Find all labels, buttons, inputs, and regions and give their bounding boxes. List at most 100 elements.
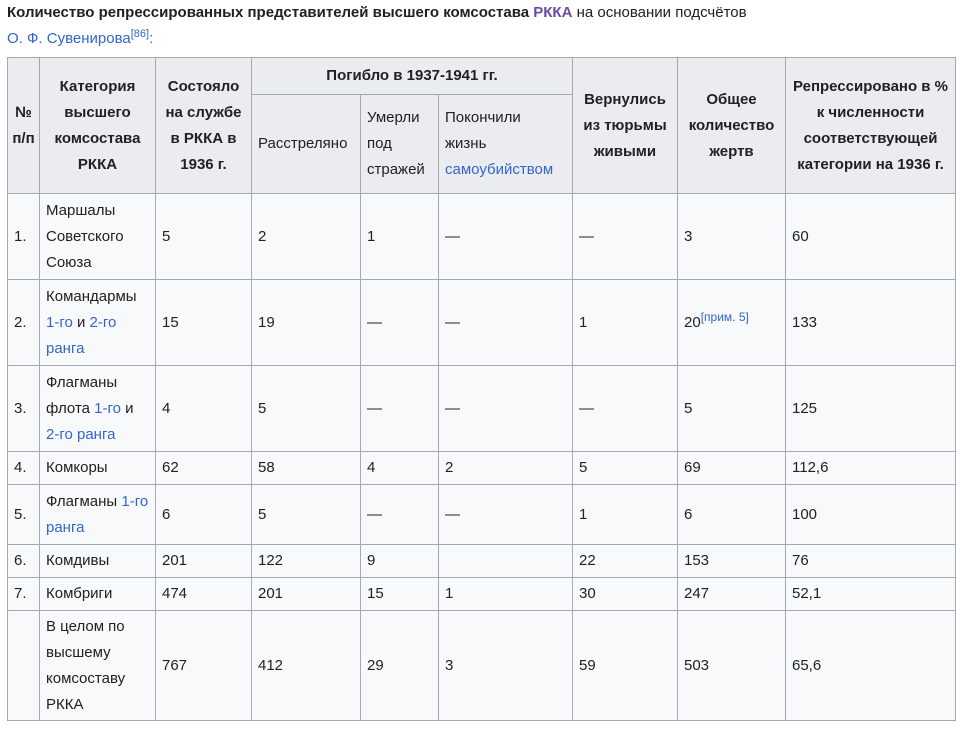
cell-total: 153 bbox=[677, 544, 786, 578]
cell-suicide: — bbox=[438, 365, 573, 452]
category-and: и bbox=[72, 313, 90, 331]
caption-text: Количество репрессированных представител… bbox=[7, 4, 534, 21]
cell-died: — bbox=[360, 365, 439, 452]
cell-died: — bbox=[360, 279, 439, 366]
rank-1-link[interactable]: 1-го bbox=[46, 314, 73, 331]
cell-suicide: 1 bbox=[438, 577, 573, 611]
header-suicide: Покончили жизнь самоубийством bbox=[438, 94, 573, 194]
cell-suicide: 3 bbox=[438, 610, 573, 721]
cell-died: 4 bbox=[360, 451, 439, 485]
rank-2-link[interactable]: 2-го ранга bbox=[46, 426, 115, 443]
cell-percent: 133 bbox=[785, 279, 956, 366]
category-text: Командармы bbox=[46, 287, 137, 305]
row-num: 2. bbox=[7, 279, 40, 366]
cell-died: 1 bbox=[360, 193, 439, 280]
rkka-link[interactable]: РККА bbox=[533, 4, 572, 21]
cell-shot: 5 bbox=[251, 484, 361, 545]
header-died-custody: Умерли под стражей bbox=[360, 94, 439, 194]
row-num: 3. bbox=[7, 365, 40, 452]
header-suicide-prefix: Покончили жизнь bbox=[445, 109, 521, 152]
cell-returned: 30 bbox=[572, 577, 678, 611]
cell-shot: 412 bbox=[251, 610, 361, 721]
cell-shot: 201 bbox=[251, 577, 361, 611]
row-category: Комдивы bbox=[39, 544, 156, 578]
cell-returned: 59 bbox=[572, 610, 678, 721]
cell-shot: 122 bbox=[251, 544, 361, 578]
cell-in-service: 6 bbox=[155, 484, 252, 545]
repression-table: № п/п Категория высшего комсостава РККА … bbox=[7, 57, 956, 721]
cell-suicide: — bbox=[438, 279, 573, 366]
row-category: Комкоры bbox=[39, 451, 156, 485]
header-total: Общее количество жертв bbox=[677, 57, 786, 194]
cell-total: 503 bbox=[677, 610, 786, 721]
category-and: и bbox=[121, 399, 134, 417]
row-category: Комбриги bbox=[39, 577, 156, 611]
table-row-total: В целом по высшему комсоставу РККА 767 4… bbox=[7, 610, 956, 721]
author-link[interactable]: О. Ф. Сувенирова bbox=[7, 30, 131, 47]
header-died-group: Погибло в 1937-1941 гг. bbox=[251, 57, 573, 95]
cell-total: 69 bbox=[677, 451, 786, 485]
row-category: В целом по высшему комсоставу РККА bbox=[39, 610, 156, 721]
cell-in-service: 474 bbox=[155, 577, 252, 611]
cell-returned: — bbox=[572, 365, 678, 452]
cell-total: 20[прим. 5] bbox=[677, 279, 786, 366]
cell-percent: 60 bbox=[785, 193, 956, 280]
footnote-link[interactable]: [прим. 5] bbox=[701, 310, 749, 324]
table-caption: Количество репрессированных представител… bbox=[7, 0, 967, 52]
cell-died: 15 bbox=[360, 577, 439, 611]
cell-suicide bbox=[438, 544, 573, 578]
cell-total: 5 bbox=[677, 365, 786, 452]
header-returned: Вернулись из тюрьмы живыми bbox=[572, 57, 678, 194]
table-row: 2. Командармы 1-го и 2-го ранга 15 19 — … bbox=[7, 279, 956, 366]
row-category: Флагманы флота 1-го и 2-го ранга bbox=[39, 365, 156, 452]
cell-shot: 5 bbox=[251, 365, 361, 452]
cell-percent: 65,6 bbox=[785, 610, 956, 721]
header-shot: Расстреляно bbox=[251, 94, 361, 194]
category-text: Флагманы bbox=[46, 492, 122, 510]
cell-died: 29 bbox=[360, 610, 439, 721]
cell-returned: 1 bbox=[572, 279, 678, 366]
cell-died: — bbox=[360, 484, 439, 545]
row-category: Флагманы 1-го ранга bbox=[39, 484, 156, 545]
header-in-service: Состояло на службе в РККА в 1936 г. bbox=[155, 57, 252, 194]
table-row: 1. Маршалы Советского Союза 5 2 1 — — 3 … bbox=[7, 193, 956, 280]
cell-percent: 112,6 bbox=[785, 451, 956, 485]
cell-in-service: 201 bbox=[155, 544, 252, 578]
table-row: 5. Флагманы 1-го ранга 6 5 — — 1 6 100 bbox=[7, 484, 956, 545]
table-row: 3. Флагманы флота 1-го и 2-го ранга 4 5 … bbox=[7, 365, 956, 452]
cell-returned: — bbox=[572, 193, 678, 280]
rank-1-link[interactable]: 1-го bbox=[94, 400, 121, 417]
suicide-link[interactable]: самоубийством bbox=[445, 161, 553, 178]
caption-text-after: на основании подсчётов bbox=[572, 4, 747, 21]
header-percent: Репрессировано в % к численности соответ… bbox=[785, 57, 956, 194]
total-value: 20 bbox=[684, 313, 701, 331]
header-category: Категория высшего комсостава РККА bbox=[39, 57, 156, 194]
cell-in-service: 4 bbox=[155, 365, 252, 452]
cell-shot: 58 bbox=[251, 451, 361, 485]
cell-shot: 19 bbox=[251, 279, 361, 366]
row-category: Командармы 1-го и 2-го ранга bbox=[39, 279, 156, 366]
cell-suicide: — bbox=[438, 193, 573, 280]
row-num: 6. bbox=[7, 544, 40, 578]
reference-link[interactable]: [86] bbox=[131, 28, 149, 40]
cell-returned: 1 bbox=[572, 484, 678, 545]
cell-suicide: — bbox=[438, 484, 573, 545]
row-num bbox=[7, 610, 40, 721]
cell-in-service: 15 bbox=[155, 279, 252, 366]
cell-returned: 22 bbox=[572, 544, 678, 578]
table-row: 7. Комбриги 474 201 15 1 30 247 52,1 bbox=[7, 577, 956, 611]
table-row: 6. Комдивы 201 122 9 22 153 76 bbox=[7, 544, 956, 578]
row-num: 7. bbox=[7, 577, 40, 611]
cell-percent: 125 bbox=[785, 365, 956, 452]
row-category: Маршалы Советского Союза bbox=[39, 193, 156, 280]
cell-suicide: 2 bbox=[438, 451, 573, 485]
cell-in-service: 5 bbox=[155, 193, 252, 280]
cell-in-service: 62 bbox=[155, 451, 252, 485]
row-num: 5. bbox=[7, 484, 40, 545]
cell-returned: 5 bbox=[572, 451, 678, 485]
cell-total: 247 bbox=[677, 577, 786, 611]
caption-colon: : bbox=[149, 30, 154, 47]
cell-shot: 2 bbox=[251, 193, 361, 280]
header-num: № п/п bbox=[7, 57, 40, 194]
cell-in-service: 767 bbox=[155, 610, 252, 721]
